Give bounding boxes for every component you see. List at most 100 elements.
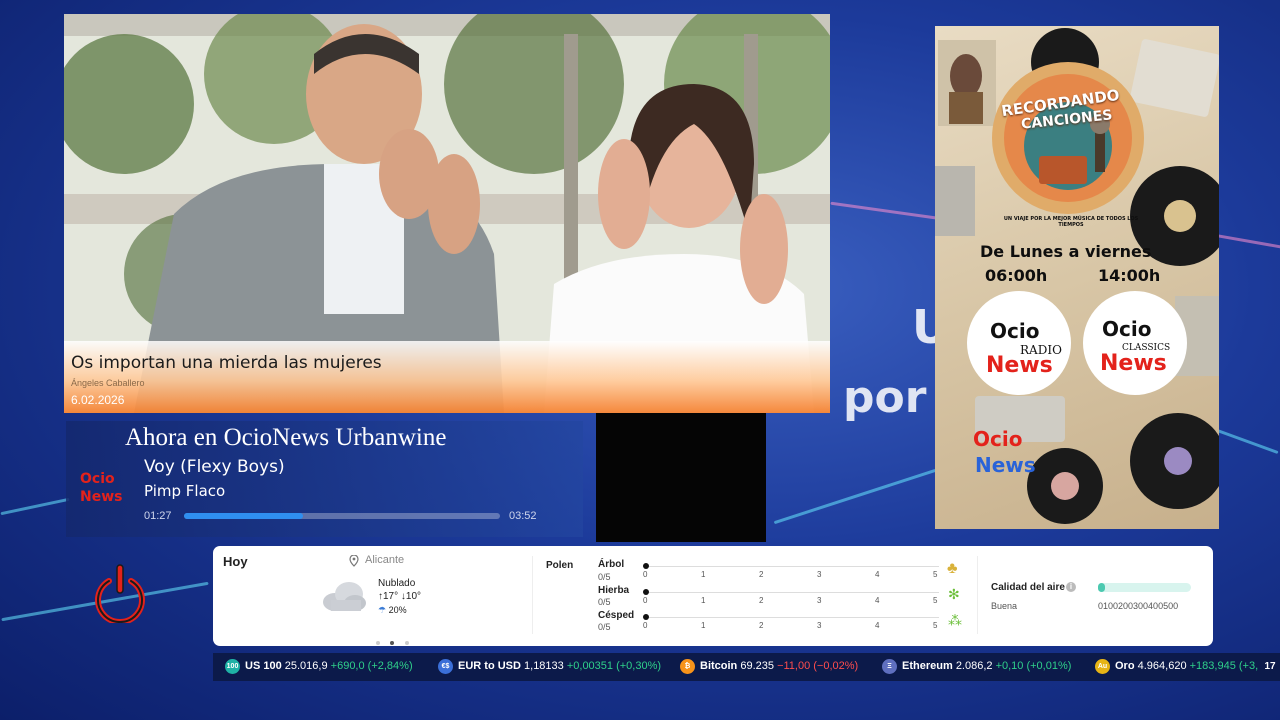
background-word: por xyxy=(843,372,927,423)
ocio-classics-top: Ocio xyxy=(1102,317,1151,341)
pollen-tick: 4 xyxy=(875,621,880,630)
bg-streak xyxy=(773,468,937,525)
station-logo-icon: Ocio News xyxy=(80,471,122,505)
weather-rain: ☂ 20% xyxy=(378,605,407,616)
now-playing-panel: Ahora en OcioNews Urbanwine Ocio News Vo… xyxy=(66,421,583,537)
lawn-icon: ⁂ xyxy=(948,612,962,628)
ticker-name: Bitcoin xyxy=(700,660,738,672)
carousel-dots[interactable] xyxy=(376,632,409,650)
air-quality-bar xyxy=(1098,583,1191,592)
ticker-change: +690,0 (+2,84%) xyxy=(330,660,413,672)
pollen-tick: 1 xyxy=(701,570,706,579)
pollen-tick: 0 xyxy=(643,570,648,579)
pollen-tick: 4 xyxy=(875,596,880,605)
ocio-news-footer-logo: Ocio News xyxy=(973,427,1036,477)
ocio-news-footer-bottom: News xyxy=(975,453,1036,477)
pollen-tick: 3 xyxy=(817,621,822,630)
ocio-radio-bottom: News xyxy=(986,353,1053,378)
pollen-score: 0/5 xyxy=(598,572,611,582)
weather-day: Hoy xyxy=(223,554,248,569)
weather-widget: Hoy Alicante Nublado ↑17° ↓10° ☂ 20% Pol… xyxy=(213,546,1213,646)
carousel-dot[interactable] xyxy=(376,641,380,645)
ticker-price: 25.016,9 xyxy=(284,660,328,672)
pollen-name: Césped xyxy=(598,610,635,621)
ticker-change: +0,10 (+0,01%) xyxy=(995,660,1072,672)
weather-low: 10° xyxy=(405,591,422,602)
weather-condition: Nublado xyxy=(378,578,416,589)
cloud-icon xyxy=(323,582,366,611)
ocio-news-footer-top: Ocio xyxy=(973,427,1022,451)
market-ticker: 100 US 100 25.016,9 +690,0 (+2,84%) €$ E… xyxy=(213,653,1280,681)
poster-schedule-title: De Lunes a viernes xyxy=(980,242,1152,261)
ticker-price: 1,18133 xyxy=(524,660,564,672)
pollen-score: 0/5 xyxy=(598,622,611,632)
pollen-tick: 1 xyxy=(701,596,706,605)
total-time: 03:52 xyxy=(509,510,537,522)
pollen-tick: 2 xyxy=(759,570,764,579)
news-headline[interactable]: Os importan una mierda las mujeres xyxy=(71,353,382,373)
bitcoin-icon: ₿ xyxy=(680,659,695,674)
poster-tagline: UN VIAJE POR LA MEJOR MÚSICA DE TODOS LO… xyxy=(1003,216,1139,228)
pollen-scale-line xyxy=(649,617,939,618)
grass-icon: ✻ xyxy=(948,586,960,602)
ticker-item[interactable]: Oro 4.964,620 +183,945 (+3, xyxy=(1115,660,1258,672)
air-quality-scale: 0100200300400500 xyxy=(1098,601,1179,611)
divider xyxy=(977,556,978,634)
ocio-radio-top: Ocio xyxy=(990,319,1039,343)
air-quality-label: Calidad del aire xyxy=(991,582,1065,593)
pollen-scale-line xyxy=(649,592,939,593)
ethereum-icon: Ξ xyxy=(882,659,897,674)
ticker-item[interactable]: Bitcoin 69.235 −11,00 (−0,02%) xyxy=(700,660,858,672)
weather-location[interactable]: Alicante xyxy=(365,554,404,566)
elapsed-time: 01:27 xyxy=(144,510,172,522)
ticker-name: Oro xyxy=(1115,660,1135,672)
station-logo-bottom: News xyxy=(80,489,122,505)
pollen-tick: 5 xyxy=(933,570,938,579)
show-poster[interactable]: RECORDANDO CANCIONES UN VIAJE POR LA MEJ… xyxy=(935,26,1219,529)
song-artist: Pimp Flaco xyxy=(144,482,226,500)
ticker-name: EUR to USD xyxy=(458,660,521,672)
ticker-item[interactable]: EUR to USD 1,18133 +0,00351 (+0,30%) xyxy=(458,660,661,672)
playback-progress-bar[interactable] xyxy=(184,513,500,519)
ticker-item[interactable]: US 100 25.016,9 +690,0 (+2,84%) xyxy=(245,660,413,672)
poster-time-start: 06:00h xyxy=(985,266,1048,285)
ticker-name: Ethereum xyxy=(902,660,953,672)
pollen-tick: 2 xyxy=(759,621,764,630)
pollen-tick: 2 xyxy=(759,596,764,605)
ticker-name: US 100 xyxy=(245,660,282,672)
power-icon[interactable] xyxy=(93,563,147,623)
news-caption-bar xyxy=(64,341,830,413)
ticker-item[interactable]: Ethereum 2.086,2 +0,10 (+0,01%) xyxy=(902,660,1071,672)
ticker-price: 4.964,620 xyxy=(1137,660,1187,672)
ticker-change: +0,00351 (+0,30%) xyxy=(566,660,662,672)
pollen-tick: 5 xyxy=(933,621,938,630)
pollen-tick: 5 xyxy=(933,596,938,605)
news-date: 6.02.2026 xyxy=(71,393,125,407)
umbrella-icon: ☂ xyxy=(378,605,387,615)
pollen-tick: 0 xyxy=(643,596,648,605)
station-logo-top: Ocio xyxy=(80,471,115,487)
ticker-price: 69.235 xyxy=(740,660,774,672)
news-card[interactable]: Os importan una mierda las mujeres Ángel… xyxy=(64,14,830,413)
pollen-tick: 1 xyxy=(701,621,706,630)
us100-icon: 100 xyxy=(225,659,240,674)
pollen-label: Polen xyxy=(546,560,574,571)
pollen-tick: 4 xyxy=(875,570,880,579)
ticker-change: −11,00 (−0,02%) xyxy=(777,660,859,672)
bg-streak xyxy=(1216,428,1279,455)
playback-progress-fill xyxy=(184,513,303,519)
pollen-scale-line xyxy=(649,566,939,567)
carousel-dot-active[interactable] xyxy=(390,641,395,645)
ocio-classics-bottom: News xyxy=(1100,351,1167,376)
carousel-dot[interactable] xyxy=(404,641,409,645)
pollen-tick: 0 xyxy=(643,621,648,630)
ocio-classics-logo: Ocio CLASSICS News xyxy=(1083,291,1187,395)
bg-streak xyxy=(830,201,950,222)
tree-icon: ♣ xyxy=(947,560,958,577)
info-icon[interactable]: i xyxy=(1066,582,1076,592)
tradingview-logo[interactable]: 17 xyxy=(1260,657,1280,677)
bg-streak xyxy=(0,497,70,516)
weather-rain-value: 20% xyxy=(388,605,407,615)
pollen-tick: 3 xyxy=(817,596,822,605)
gold-icon: Au xyxy=(1095,659,1110,674)
